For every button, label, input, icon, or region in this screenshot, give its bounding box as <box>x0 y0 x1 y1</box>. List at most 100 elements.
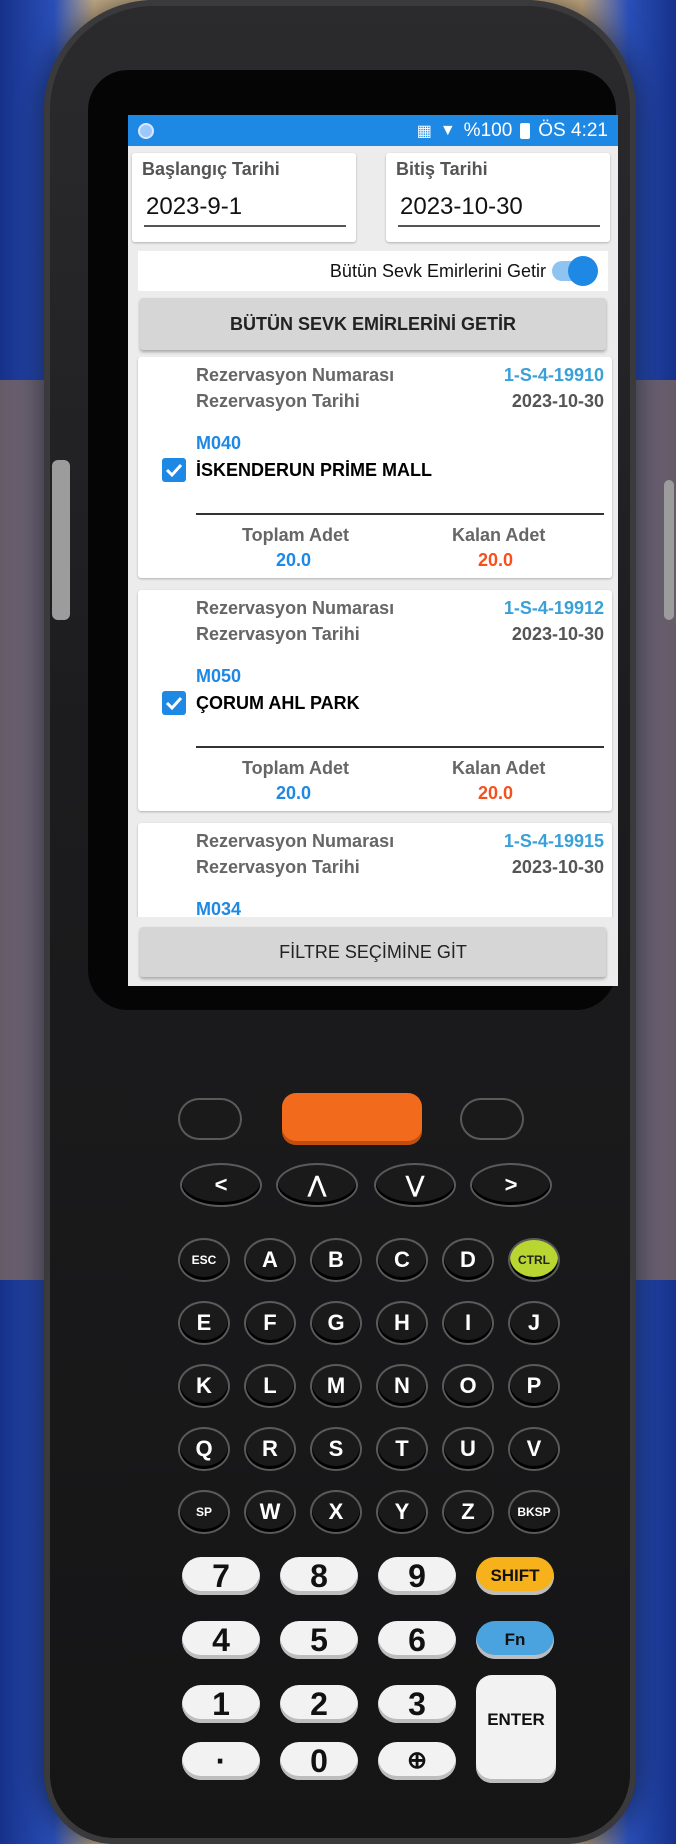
remaining-qty-label: Kalan Adet <box>452 758 546 778</box>
order-checkbox[interactable] <box>162 458 186 482</box>
key-x[interactable]: X <box>312 1492 360 1532</box>
key-z[interactable]: Z <box>444 1492 492 1532</box>
left-soft-key[interactable] <box>180 1100 240 1138</box>
end-date-label: Bitiş Tarihi <box>396 159 488 179</box>
key-f[interactable]: F <box>246 1303 294 1343</box>
side-scan-button[interactable] <box>52 460 70 620</box>
key-s[interactable]: S <box>312 1429 360 1469</box>
fetch-all-switch[interactable] <box>552 256 598 286</box>
barcode-icon: ▦ <box>416 122 432 140</box>
key-6[interactable]: 6 <box>378 1621 456 1659</box>
reservation-no-label: Rezervasyon Numarası <box>196 831 395 851</box>
main-content: Başlangıç Tarihi 2023-9-1 Bitiş Tarihi 2… <box>128 146 618 986</box>
filter-selection-button[interactable]: FİLTRE SEÇİMİNE GİT <box>140 927 606 977</box>
order-card[interactable]: Rezervasyon Numarası 1-S-4-19910 Rezerva… <box>138 357 612 578</box>
store-name: İSKENDERUN PRİME MALL <box>196 460 433 480</box>
key-2[interactable]: 2 <box>280 1685 358 1723</box>
order-card[interactable]: Rezervasyon Numarası 1-S-4-19915 Rezerva… <box>138 823 612 917</box>
order-checkbox[interactable] <box>162 691 186 715</box>
key-r[interactable]: R <box>246 1429 294 1469</box>
divider <box>196 746 604 748</box>
start-date-value[interactable]: 2023-9-1 <box>146 193 242 221</box>
key-p[interactable]: P <box>510 1366 558 1406</box>
nav-cross-key[interactable]: ⊕ <box>378 1742 456 1780</box>
left-arrow-key[interactable]: < <box>182 1165 260 1205</box>
end-date-value[interactable]: 2023-10-30 <box>400 193 523 221</box>
key-l[interactable]: L <box>246 1366 294 1406</box>
ctrl-key[interactable]: CTRL <box>510 1240 558 1280</box>
scan-trigger-key[interactable] <box>282 1093 422 1145</box>
right-arrow-key[interactable]: > <box>472 1165 550 1205</box>
key-8[interactable]: 8 <box>280 1557 358 1595</box>
down-arrow-key[interactable]: ⋁ <box>376 1165 454 1205</box>
key-j[interactable]: J <box>510 1303 558 1343</box>
remaining-qty-value: 20.0 <box>478 783 514 803</box>
switch-knob <box>568 256 598 286</box>
total-qty-label: Toplam Adet <box>242 525 349 545</box>
fetch-all-button[interactable]: BÜTÜN SEVK EMİRLERİNİ GETİR <box>140 298 606 350</box>
fn-key[interactable]: Fn <box>476 1621 554 1659</box>
checkmark-icon <box>165 696 183 711</box>
enter-key[interactable]: ENTER <box>476 1675 556 1783</box>
reservation-no-label: Rezervasyon Numarası <box>196 365 395 385</box>
key-w[interactable]: W <box>246 1492 294 1532</box>
total-qty-value: 20.0 <box>276 783 312 803</box>
status-bar: ▦ ▼ %100 ÖS 4:21 <box>128 115 618 146</box>
space-key[interactable]: SP <box>180 1492 228 1532</box>
key-k[interactable]: K <box>180 1366 228 1406</box>
reservation-date-value: 2023-10-30 <box>511 391 604 411</box>
remaining-qty-label: Kalan Adet <box>452 525 546 545</box>
key-3[interactable]: 3 <box>378 1685 456 1723</box>
key-d[interactable]: D <box>444 1240 492 1280</box>
key-q[interactable]: Q <box>180 1429 228 1469</box>
wifi-icon: ▼ <box>439 121 456 139</box>
start-date-underline <box>144 225 346 227</box>
key-7[interactable]: 7 <box>182 1557 260 1595</box>
key-b[interactable]: B <box>312 1240 360 1280</box>
key-c[interactable]: C <box>378 1240 426 1280</box>
key-n[interactable]: N <box>378 1366 426 1406</box>
key-5[interactable]: 5 <box>280 1621 358 1659</box>
key-g[interactable]: G <box>312 1303 360 1343</box>
reservation-no-label: Rezervasyon Numarası <box>196 598 395 618</box>
key-e[interactable]: E <box>180 1303 228 1343</box>
hardware-keypad: < ⋀ ⋁ > ESC A B C D CTRL E F G H I J K L… <box>140 1045 600 1783</box>
start-date-label: Başlangıç Tarihi <box>142 159 280 179</box>
reservation-date-label: Rezervasyon Tarihi <box>196 624 360 644</box>
start-date-field[interactable]: Başlangıç Tarihi 2023-9-1 <box>132 153 356 242</box>
reservation-date-value: 2023-10-30 <box>511 857 604 877</box>
reservation-date-value: 2023-10-30 <box>511 624 604 644</box>
key-y[interactable]: Y <box>378 1492 426 1532</box>
key-a[interactable]: A <box>246 1240 294 1280</box>
key-h[interactable]: H <box>378 1303 426 1343</box>
fetch-all-toggle-row: Bütün Sevk Emirlerini Getir <box>138 251 608 291</box>
key-0[interactable]: 0 <box>280 1742 358 1780</box>
store-code: M050 <box>196 666 242 686</box>
end-date-underline <box>398 225 600 227</box>
key-t[interactable]: T <box>378 1429 426 1469</box>
dot-key[interactable]: · <box>182 1742 260 1780</box>
end-date-field[interactable]: Bitiş Tarihi 2023-10-30 <box>386 153 610 242</box>
esc-key[interactable]: ESC <box>180 1240 228 1280</box>
up-arrow-key[interactable]: ⋀ <box>278 1165 356 1205</box>
side-button-right[interactable] <box>664 480 674 620</box>
shift-key[interactable]: SHIFT <box>476 1557 554 1595</box>
right-soft-key[interactable] <box>462 1100 522 1138</box>
reservation-no-value: 1-S-4-19912 <box>503 598 604 618</box>
key-1[interactable]: 1 <box>182 1685 260 1723</box>
key-4[interactable]: 4 <box>182 1621 260 1659</box>
order-list[interactable]: Rezervasyon Numarası 1-S-4-19910 Rezerva… <box>136 357 614 917</box>
key-m[interactable]: M <box>312 1366 360 1406</box>
key-i[interactable]: I <box>444 1303 492 1343</box>
store-name: ÇORUM AHL PARK <box>196 693 360 713</box>
fetch-all-toggle-label: Bütün Sevk Emirlerini Getir <box>329 261 546 281</box>
key-o[interactable]: O <box>444 1366 492 1406</box>
remaining-qty-value: 20.0 <box>478 550 514 570</box>
order-card[interactable]: Rezervasyon Numarası 1-S-4-19912 Rezerva… <box>138 590 612 811</box>
store-code: M034 <box>196 899 242 917</box>
reservation-no-value: 1-S-4-19910 <box>503 365 604 385</box>
backspace-key[interactable]: BKSP <box>510 1492 558 1532</box>
key-u[interactable]: U <box>444 1429 492 1469</box>
key-9[interactable]: 9 <box>378 1557 456 1595</box>
key-v[interactable]: V <box>510 1429 558 1469</box>
